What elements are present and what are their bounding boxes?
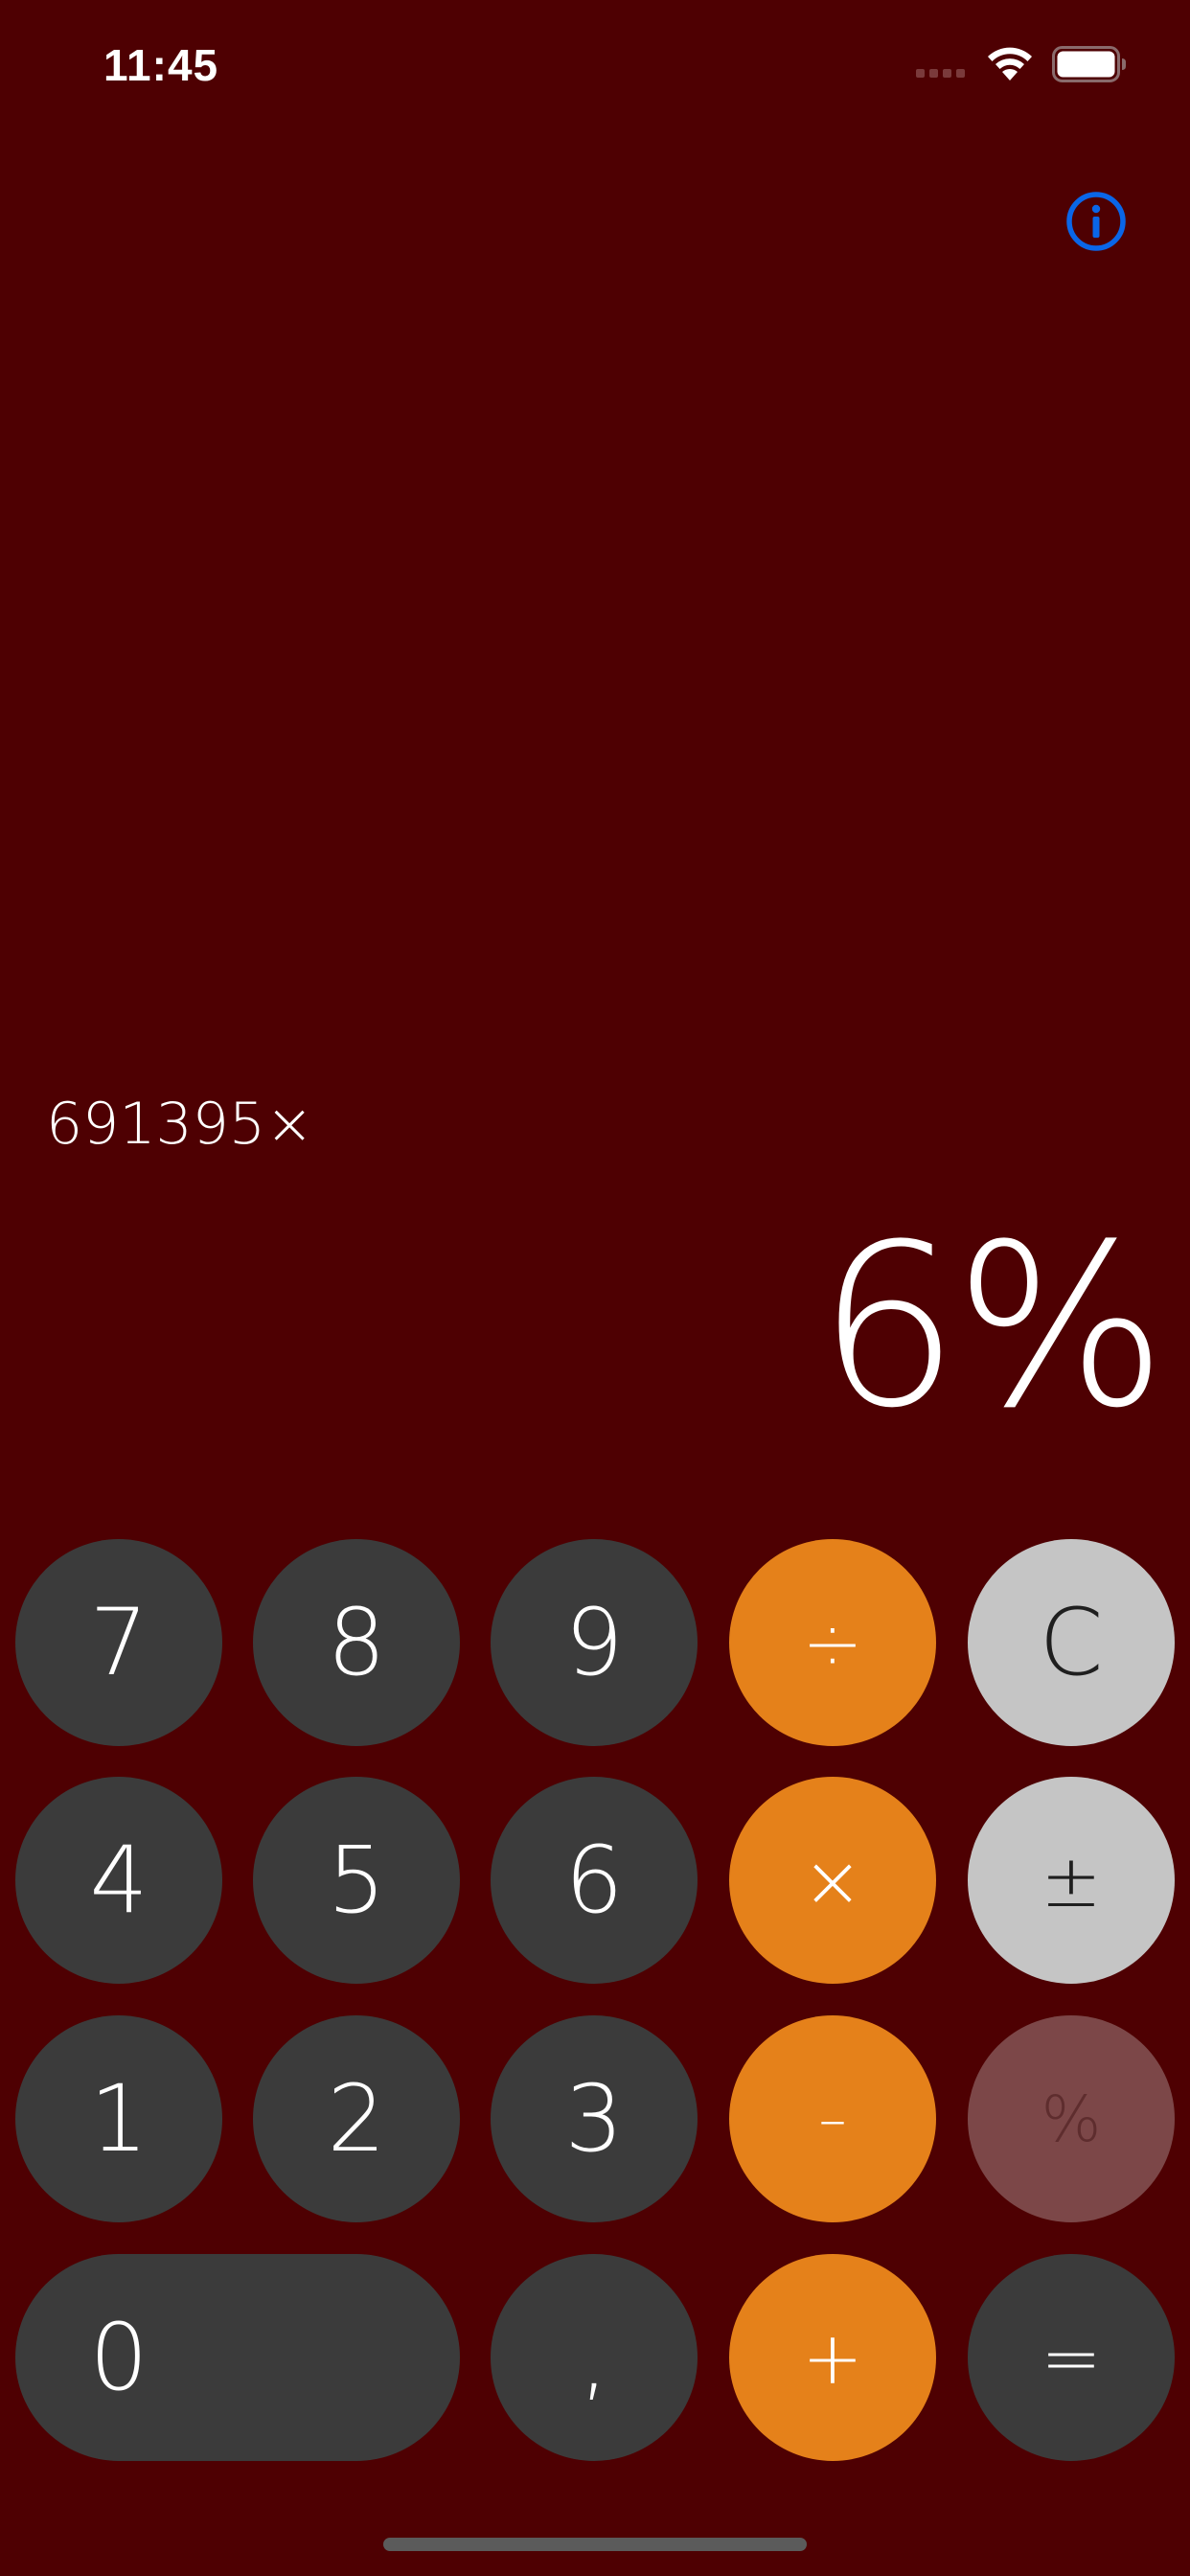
wifi-icon bbox=[988, 47, 1032, 80]
clear-button[interactable]: C bbox=[968, 1539, 1175, 1746]
key-3[interactable]: 3 bbox=[491, 2015, 698, 2222]
key-8[interactable]: 8 bbox=[253, 1539, 460, 1746]
info-icon[interactable] bbox=[1065, 191, 1127, 252]
key-0[interactable]: 0 bbox=[15, 2254, 460, 2461]
add-button[interactable]: + bbox=[729, 2254, 936, 2461]
key-9[interactable]: 9 bbox=[491, 1539, 698, 1746]
key-4[interactable]: 4 bbox=[15, 1777, 222, 1984]
subtract-button[interactable]: – bbox=[729, 2015, 936, 2222]
plus-minus-button[interactable]: ± bbox=[968, 1777, 1175, 1984]
decimal-button[interactable]: , bbox=[491, 2254, 698, 2461]
key-5[interactable]: 5 bbox=[253, 1777, 460, 1984]
key-1[interactable]: 1 bbox=[15, 2015, 222, 2222]
result-display: 6% bbox=[816, 1197, 1167, 1458]
key-0-label: 0 bbox=[89, 2304, 149, 2411]
key-6[interactable]: 6 bbox=[491, 1777, 698, 1984]
keypad: 7 8 9 ÷ C 4 5 6 × ± 1 2 3 – % 0 , + = bbox=[15, 1539, 1175, 2463]
multiply-button[interactable]: × bbox=[729, 1777, 936, 1984]
home-indicator[interactable] bbox=[383, 2538, 807, 2551]
key-2[interactable]: 2 bbox=[253, 2015, 460, 2222]
divide-button[interactable]: ÷ bbox=[729, 1539, 936, 1746]
expression-display: 691395× bbox=[46, 1091, 314, 1158]
equals-button[interactable]: = bbox=[968, 2254, 1175, 2461]
signal-dots-icon bbox=[916, 69, 965, 78]
battery-icon bbox=[1052, 46, 1126, 82]
key-7[interactable]: 7 bbox=[15, 1539, 222, 1746]
status-time: 11:45 bbox=[103, 40, 219, 90]
calculator-screen: 11:45 691395× 6% 7 8 9 ÷ C 4 5 6 × ± 1 2 bbox=[0, 0, 1190, 2576]
percent-button[interactable]: % bbox=[968, 2015, 1175, 2222]
